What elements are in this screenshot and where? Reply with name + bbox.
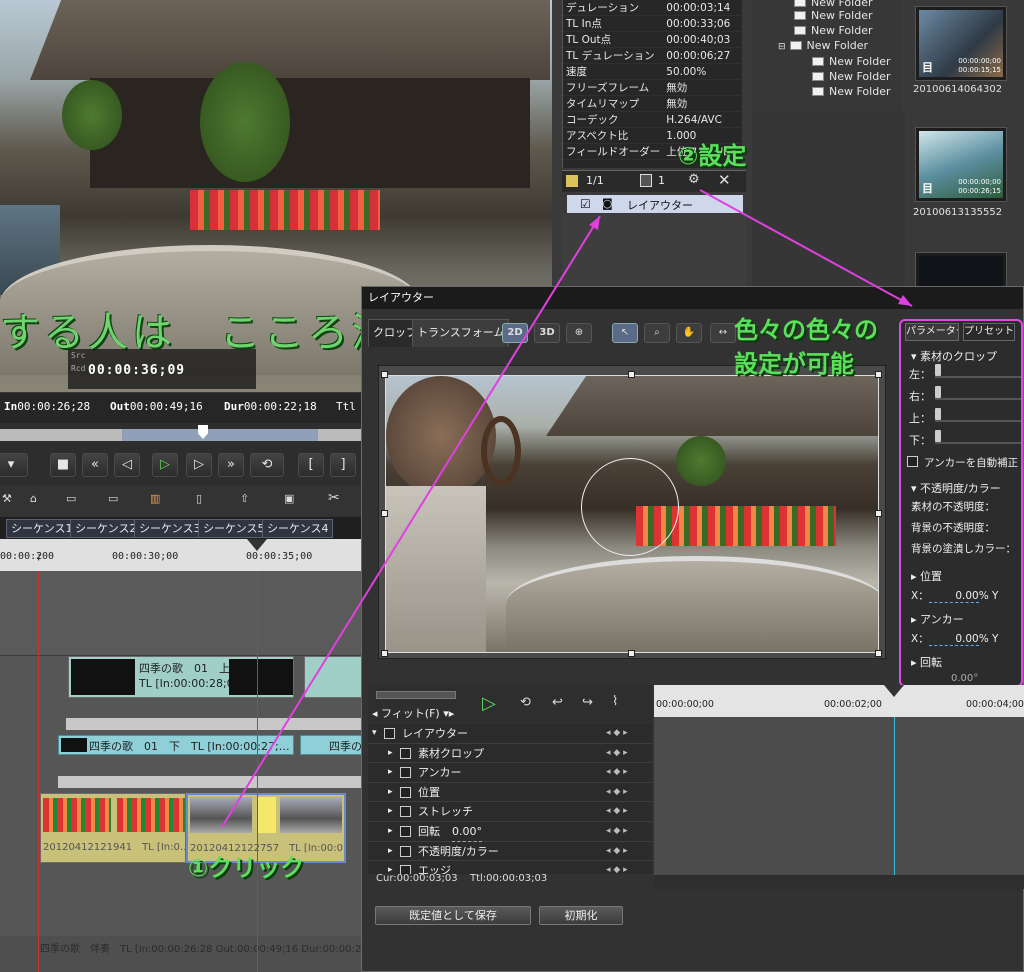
annotation-arrows [221, 189, 913, 828]
annotation-setting: ②設定 [678, 142, 747, 170]
annotation-many: 色々の色々の [734, 316, 878, 344]
annotation-possible: 設定が可能 [734, 350, 854, 378]
annotation-click: ①クリック [188, 854, 305, 882]
